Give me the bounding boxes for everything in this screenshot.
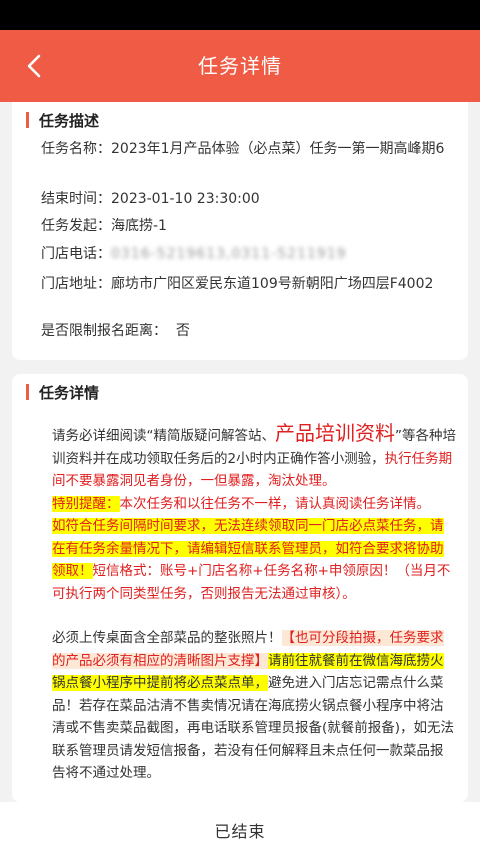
task-description-header: 任务描述 (26, 110, 99, 130)
distance-limit-label: 是否限制报名距离： (41, 323, 167, 339)
detail-text: 请务必详细阅读“精简版疑问解答站、 (52, 428, 275, 444)
app-header: 任务详情 (0, 30, 480, 102)
distance-limit-row: 是否限制报名距离： 否 (41, 318, 459, 344)
task-detail-card: 任务详情 请务必详细阅读“精简版疑问解答站、产品培训资料”等各种培训资料并在成功… (12, 374, 468, 802)
task-name-label: 任务名称： (41, 141, 111, 157)
detail-paragraph-photo: 必须上传桌面含全部菜品的整张照片！【也可分段拍摄，任务要求的产品必须有相应的清晰… (52, 627, 456, 785)
bottom-status-bar: 已结束 (0, 802, 480, 853)
task-name-value: 2023年1月产品体验（必点菜）任务一第一期高峰期6 (111, 141, 445, 157)
detail-paragraph-reminder: 特别提醒：本次任务和以往任务不一样，请认真阅读任务详情。 (52, 493, 456, 516)
initiator-value: 海底捞-1 (111, 218, 167, 234)
page-title: 任务详情 (198, 54, 282, 78)
distance-limit-value: 否 (175, 323, 190, 339)
section-accent-bar (26, 384, 29, 400)
training-materials-text: 产品培训资料 (275, 421, 395, 445)
section-accent-bar (26, 112, 29, 128)
task-status-label: 已结束 (214, 822, 266, 841)
end-time-value: 2023-01-10 23:30:00 (111, 191, 260, 207)
task-detail-content: 请务必详细阅读“精简版疑问解答站、产品培训资料”等各种培训资料并在成功领取任务后… (52, 420, 456, 785)
special-reminder-label: 特别提醒： (52, 495, 120, 512)
section-title: 任务描述 (39, 111, 100, 130)
end-time-label: 结束时间： (41, 191, 111, 207)
store-phone-row: 门店电话：0316-5219613,0311-5211919 (41, 241, 459, 267)
section-title: 任务详情 (39, 383, 100, 402)
store-phone-value[interactable]: 0316-5219613,0311-5211919 (111, 246, 347, 262)
task-detail-header: 任务详情 (26, 382, 99, 402)
detail-text: 必须上传桌面含全部菜品的整张照片！ (52, 630, 282, 646)
store-address-row: 门店地址：廊坊市广阳区爱民东道109号新朝阳广场四层F4002 (41, 271, 459, 297)
warning-text: 短信格式：账号+门店名称+任务名称+申领原因！（当月不可执行两个同类型任务，否则… (52, 563, 451, 602)
task-description-card: 任务描述 任务名称：2023年1月产品体验（必点菜）任务一第一期高峰期6 结束时… (12, 102, 468, 360)
initiator-label: 任务发起： (41, 218, 111, 234)
initiator-row: 任务发起：海底捞-1 (41, 213, 459, 239)
store-address-value: 廊坊市广阳区爱民东道109号新朝阳广场四层F4002 (111, 276, 434, 292)
end-time-row: 结束时间：2023-01-10 23:30:00 (41, 186, 459, 212)
warning-text: 本次任务和以往任务不一样，请认真阅读任务详情。 (119, 495, 431, 512)
store-phone-label: 门店电话： (41, 246, 111, 262)
detail-paragraph-interval: 如符合任务间隔时间要求，无法连续领取同一门店必点菜任务，请在有任务余量情况下，请… (52, 515, 456, 605)
detail-paragraph-training: 请务必详细阅读“精简版疑问解答站、产品培训资料”等各种培训资料并在成功领取任务后… (52, 420, 456, 493)
store-address-label: 门店地址： (41, 276, 111, 292)
task-name-row: 任务名称：2023年1月产品体验（必点菜）任务一第一期高峰期6 (41, 136, 459, 162)
status-bar (0, 0, 480, 30)
